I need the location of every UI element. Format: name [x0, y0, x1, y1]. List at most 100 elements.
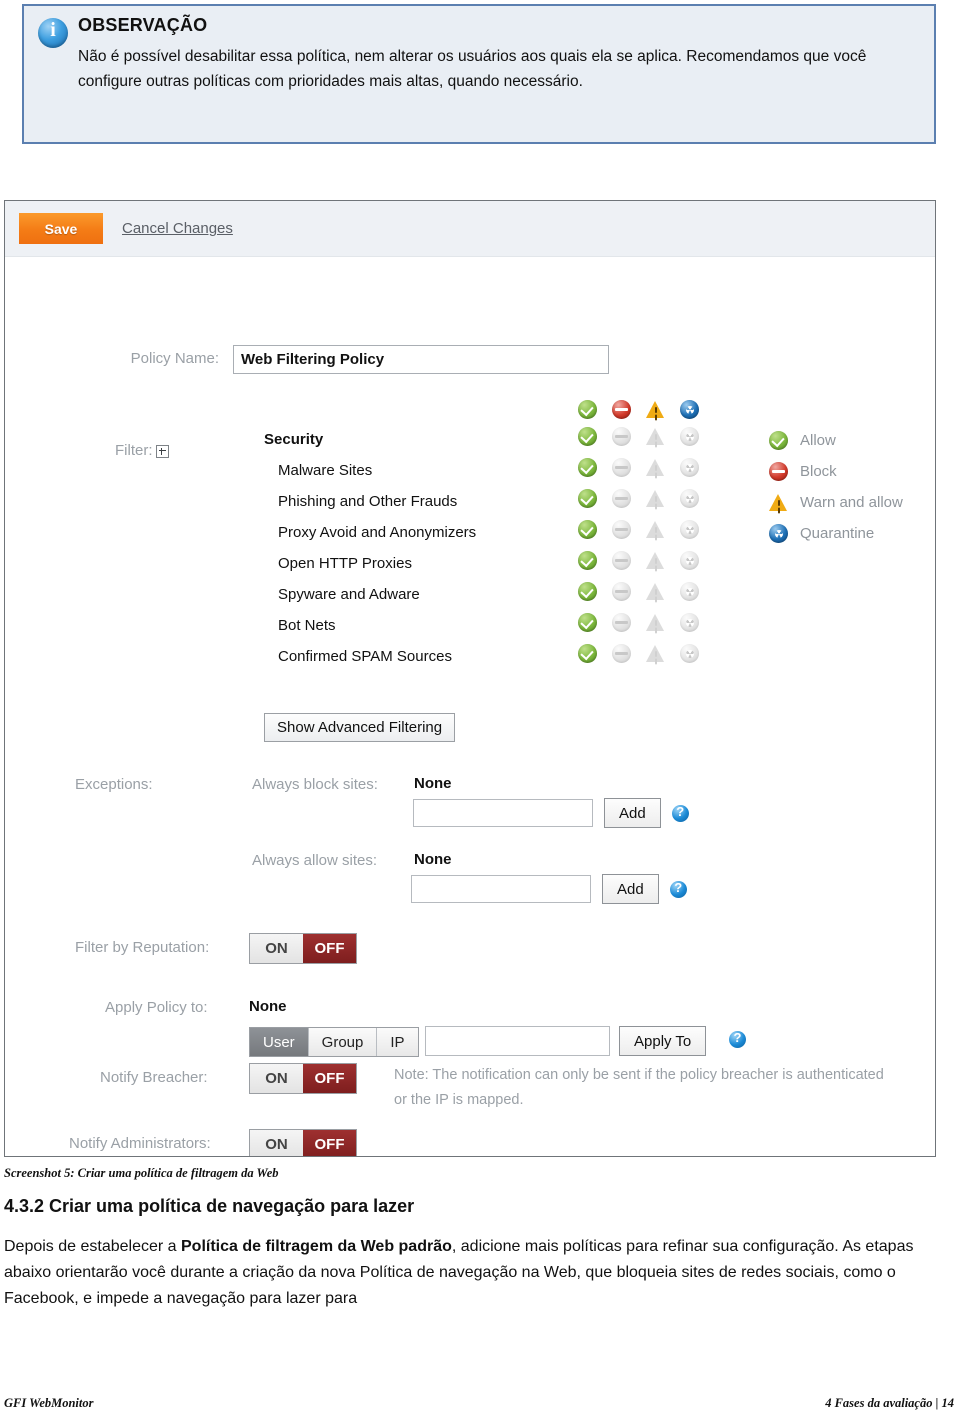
warn-icon[interactable] [646, 582, 665, 601]
toggle-off-option[interactable]: OFF [303, 1064, 356, 1093]
table-row[interactable]: Phishing and Other Frauds [264, 488, 754, 519]
quarantine-icon[interactable] [680, 551, 699, 570]
warn-icon[interactable] [646, 489, 665, 508]
quarantine-icon[interactable] [680, 520, 699, 539]
block-icon[interactable] [612, 520, 631, 539]
quarantine-icon[interactable] [680, 582, 699, 601]
block-icon[interactable] [612, 400, 631, 419]
figure-caption: Screenshot 5: Criar uma política de filt… [4, 1166, 279, 1180]
allow-icon[interactable] [578, 551, 597, 570]
always-block-sites-input[interactable] [413, 799, 593, 827]
allow-icon[interactable] [578, 427, 597, 446]
filter-label-text: Filter: [115, 442, 153, 459]
toggle-on-option[interactable]: ON [250, 934, 303, 963]
quarantine-icon[interactable] [680, 489, 699, 508]
block-icon[interactable] [612, 551, 631, 570]
category-name: Open HTTP Proxies [278, 555, 412, 572]
apply-to-button[interactable]: Apply To [619, 1026, 707, 1056]
block-icon[interactable] [612, 582, 631, 601]
segment-user[interactable]: User [250, 1028, 309, 1056]
quarantine-icon[interactable] [680, 613, 699, 632]
toggle-on-option[interactable]: ON [250, 1130, 303, 1156]
section-heading: 4.3.2 Criar uma política de navegação pa… [4, 1196, 415, 1216]
policy-name-row: Policy Name: [19, 345, 921, 374]
help-icon[interactable] [671, 804, 689, 822]
block-icon[interactable] [612, 427, 631, 446]
quarantine-icon [769, 524, 788, 543]
allow-icon[interactable] [578, 613, 597, 632]
filter-label: Filter: [115, 442, 169, 459]
notify-breacher-label: Notify Breacher: [100, 1069, 208, 1086]
screenshot-panel: Save Cancel Changes Policy Name: Filter: [4, 200, 936, 1157]
warn-icon[interactable] [646, 427, 665, 446]
save-button[interactable]: Save [19, 213, 103, 244]
warn-icon[interactable] [646, 551, 665, 570]
help-icon[interactable] [729, 1030, 746, 1048]
quarantine-icon[interactable] [680, 458, 699, 477]
paragraph-part-1: Depois de estabelecer a [4, 1238, 181, 1255]
row-icons [578, 582, 699, 601]
footer-left: GFI WebMonitor [4, 1396, 94, 1410]
block-icon[interactable] [612, 644, 631, 663]
segment-ip[interactable]: IP [377, 1028, 418, 1056]
cancel-changes-link[interactable]: Cancel Changes [122, 220, 233, 237]
quarantine-icon[interactable] [680, 644, 699, 663]
toggle-off-option[interactable]: OFF [303, 934, 356, 963]
table-row[interactable]: Spyware and Adware [264, 581, 754, 612]
block-icon[interactable] [612, 489, 631, 508]
show-advanced-filtering-button[interactable]: Show Advanced Filtering [264, 713, 456, 742]
table-row[interactable]: Malware Sites [264, 457, 754, 488]
apply-policy-label: Apply Policy to: [105, 999, 208, 1016]
legend-label: Block [800, 463, 837, 480]
legend-item-quarantine: Quarantine [769, 518, 903, 549]
always-allow-sites-input[interactable] [411, 875, 591, 903]
allow-icon[interactable] [578, 458, 597, 477]
notify-breacher-toggle[interactable]: ON OFF [249, 1063, 357, 1094]
warn-icon[interactable] [646, 458, 665, 477]
table-row[interactable]: Proxy Avoid and Anonymizers [264, 519, 754, 550]
add-allow-site-button[interactable]: Add [602, 874, 659, 904]
category-name: Phishing and Other Frauds [278, 493, 458, 510]
toggle-on-option[interactable]: ON [250, 1064, 303, 1093]
screenshot-body: Policy Name: Filter: [19, 257, 921, 1156]
category-row-root[interactable]: Security [264, 426, 754, 457]
warn-icon[interactable] [646, 644, 665, 663]
apply-policy-input-wrap [425, 1026, 610, 1056]
footer-right: 4 Fases da avaliação | 14 [825, 1396, 954, 1410]
help-icon[interactable] [669, 880, 687, 898]
legend: Allow Block Warn and allow Quarantine [769, 425, 903, 549]
block-icon [769, 462, 788, 481]
allow-icon[interactable] [578, 489, 597, 508]
warn-icon[interactable] [646, 400, 665, 419]
warn-icon[interactable] [646, 613, 665, 632]
allow-icon[interactable] [578, 520, 597, 539]
block-icon[interactable] [612, 613, 631, 632]
always-block-sites-label: Always block sites: [252, 776, 378, 793]
allow-icon[interactable] [578, 400, 597, 419]
exceptions-label: Exceptions: [75, 776, 153, 793]
info-icon [38, 18, 68, 48]
block-icon[interactable] [612, 458, 631, 477]
paragraph-bold-term: Política de filtragem da Web padrão [181, 1238, 452, 1255]
table-row[interactable]: Open HTTP Proxies [264, 550, 754, 581]
note-title: OBSERVAÇÃO [78, 15, 208, 35]
quarantine-icon[interactable] [680, 400, 699, 419]
filter-by-reputation-toggle[interactable]: ON OFF [249, 933, 357, 964]
apply-policy-input[interactable] [425, 1026, 610, 1056]
quarantine-icon[interactable] [680, 427, 699, 446]
allow-icon [769, 431, 788, 450]
table-row[interactable]: Confirmed SPAM Sources [264, 643, 754, 674]
expand-plus-icon[interactable] [155, 444, 169, 458]
category-name: Bot Nets [278, 617, 336, 634]
table-row[interactable]: Bot Nets [264, 612, 754, 643]
policy-name-input[interactable] [233, 345, 609, 374]
add-block-site-button[interactable]: Add [604, 798, 661, 828]
toggle-off-option[interactable]: OFF [303, 1130, 356, 1156]
allow-icon[interactable] [578, 582, 597, 601]
apply-policy-segmented-control[interactable]: User Group IP [249, 1027, 419, 1057]
allow-icon[interactable] [578, 644, 597, 663]
warn-icon[interactable] [646, 520, 665, 539]
notify-administrators-toggle[interactable]: ON OFF [249, 1129, 357, 1156]
segment-group[interactable]: Group [308, 1028, 378, 1056]
observation-note-box: OBSERVAÇÃO Não é possível desabilitar es… [22, 4, 936, 144]
